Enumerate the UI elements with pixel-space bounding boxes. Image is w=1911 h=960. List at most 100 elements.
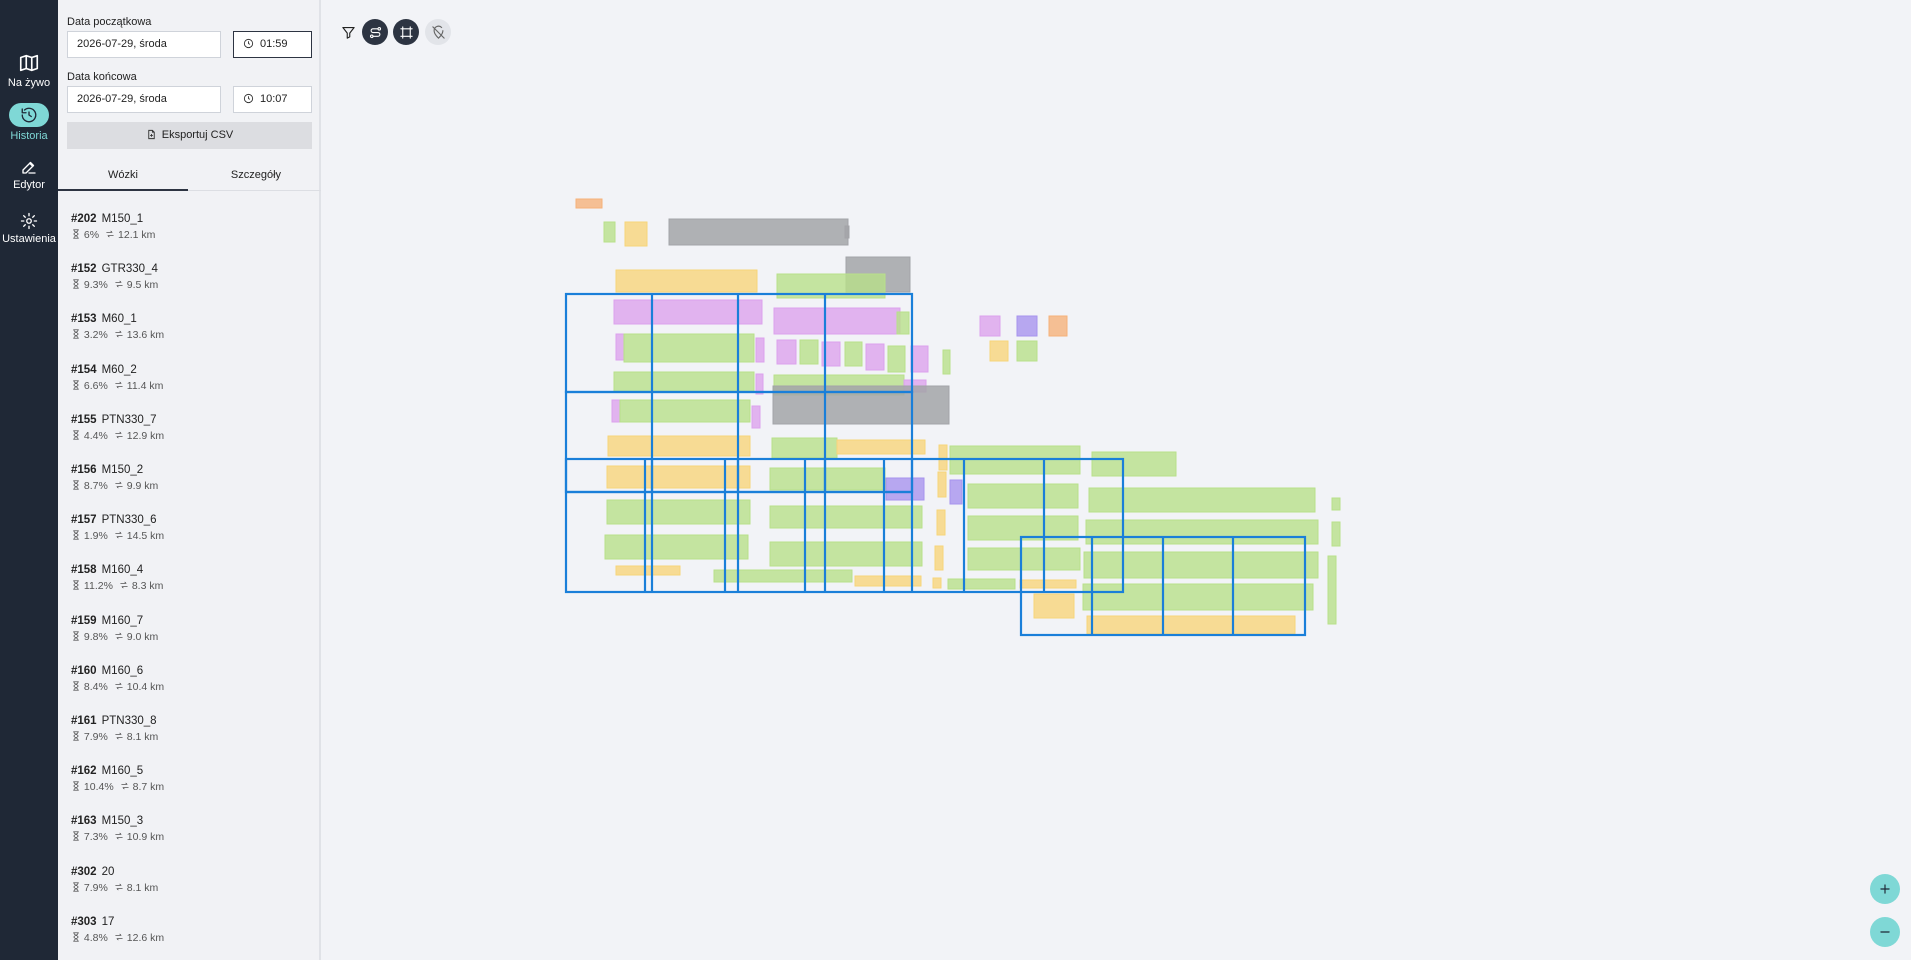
- nav-item-editor[interactable]: Edytor: [0, 158, 58, 191]
- cart-list-item[interactable]: #152 GTR330_4 9.3% 9.5 km: [58, 253, 321, 303]
- map-zone: [844, 341, 863, 367]
- cart-utilization: 11.2%: [83, 580, 113, 593]
- cart-list-item[interactable]: #202 M150_1 6% 12.1 km: [58, 203, 321, 253]
- hourglass-icon: [73, 530, 79, 540]
- tab-details[interactable]: Szczegóły: [191, 160, 321, 191]
- edit-icon: [22, 161, 36, 174]
- route-icon: [115, 883, 123, 890]
- end-date-label: Data końcowa: [67, 71, 137, 83]
- cart-utilization: 9.3%: [83, 279, 108, 292]
- filter-icon: [341, 26, 355, 39]
- zoom-out-button[interactable]: [1870, 917, 1900, 947]
- cart-list-item[interactable]: #156 M150_2 8.7% 9.9 km: [58, 454, 321, 504]
- hourglass-icon: [73, 480, 79, 490]
- nav-item-live[interactable]: Na żywo: [0, 52, 58, 89]
- route-icon: [115, 933, 123, 941]
- hourglass-icon: [73, 430, 79, 440]
- start-time-field[interactable]: 01:59: [233, 31, 312, 58]
- cart-list-item[interactable]: #157 PTN330_6 1.9% 14.5 km: [58, 504, 321, 554]
- cart-list-item[interactable]: #153 M60_1 3.2% 13.6 km: [58, 303, 321, 353]
- cart-list-item[interactable]: #163 M150_3 7.3% 10.9 km: [58, 805, 321, 855]
- end-time-value: 10:07: [260, 93, 288, 105]
- cart-id: #163: [71, 815, 97, 828]
- cart-stats: 8.7% 9.9 km: [71, 480, 158, 492]
- map-zone: [755, 337, 765, 363]
- cart-id: #158: [71, 564, 97, 577]
- tab-carts[interactable]: Wózki: [58, 160, 188, 191]
- cart-list-item[interactable]: #162 M160_5 10.4% 8.7 km: [58, 755, 321, 805]
- cart-list-item[interactable]: #303 17 4.8% 12.6 km: [58, 906, 321, 956]
- map-zone: [1016, 340, 1038, 362]
- route-toggle-button[interactable]: [362, 19, 388, 45]
- hide-location-button[interactable]: [425, 19, 451, 45]
- hourglass-icon: [73, 229, 79, 239]
- end-date-value: 2026-07-29, środa: [77, 93, 167, 105]
- cart-title: #157 PTN330_6: [71, 514, 157, 526]
- nav-item-label: Ustawienia: [2, 233, 56, 245]
- cart-name: M60_1: [101, 313, 137, 326]
- cart-list-item[interactable]: #159 M160_7 9.8% 9.0 km: [58, 605, 321, 655]
- nav-item-settings[interactable]: Ustawienia: [0, 212, 58, 245]
- map-zone: [903, 379, 927, 393]
- plus-icon: [1880, 884, 1890, 894]
- rack-frame: [564, 292, 914, 394]
- map-zone: [668, 218, 849, 246]
- cart-list-item[interactable]: #155 PTN330_7 4.4% 12.9 km: [58, 404, 321, 454]
- map-zone: [606, 499, 751, 525]
- export-csv-button[interactable]: Eksportuj CSV: [67, 122, 312, 149]
- export-file-icon: [148, 129, 155, 140]
- cart-id: #157: [71, 514, 97, 527]
- clock-icon: [243, 38, 254, 49]
- map-zone: [769, 505, 923, 529]
- nav-item-history[interactable]: Historia: [0, 103, 58, 142]
- cart-list-item[interactable]: #160 M160_6 8.4% 10.4 km: [58, 655, 321, 705]
- map-zone: [896, 311, 910, 335]
- map-zone: [615, 333, 625, 361]
- route-icon: [115, 732, 123, 740]
- cart-list-item[interactable]: #154 M60_2 6.6% 11.4 km: [58, 354, 321, 404]
- start-time-value: 01:59: [260, 38, 288, 50]
- panel-tabs: Wózki Szczegóły: [58, 160, 321, 191]
- map-zone: [821, 341, 841, 367]
- hourglass-icon: [73, 380, 79, 390]
- hourglass-icon: [73, 631, 79, 641]
- cart-list-item[interactable]: #161 PTN330_8 7.9% 8.1 km: [58, 705, 321, 755]
- cart-utilization: 8.4%: [83, 680, 108, 693]
- end-time-field[interactable]: 10:07: [233, 86, 312, 113]
- map-zone: [623, 333, 755, 363]
- end-date-field[interactable]: 2026-07-29, środa: [67, 86, 221, 113]
- cart-list-item[interactable]: #302 20 7.9% 8.1 km: [58, 856, 321, 906]
- route-icon: [115, 682, 123, 690]
- cart-distance: 12.1 km: [118, 229, 156, 241]
- cart-stats: 11.2% 8.3 km: [71, 580, 163, 592]
- map-zone: [887, 345, 906, 373]
- map-zone: [613, 299, 763, 325]
- cart-title: #159 M160_7: [71, 615, 143, 627]
- map-zone: [755, 373, 764, 395]
- history-panel: Data początkowa 2026-07-29, środa 01:59 …: [58, 0, 321, 960]
- map-zone: [967, 515, 1079, 541]
- filter-button[interactable]: [335, 19, 361, 45]
- map-zone: [751, 405, 761, 429]
- cart-title: #158 M160_4: [71, 564, 143, 576]
- zoom-in-button[interactable]: [1870, 874, 1900, 904]
- map-zone: [836, 439, 926, 455]
- cart-title: #303 17: [71, 916, 114, 928]
- start-date-field[interactable]: 2026-07-29, środa: [67, 31, 221, 58]
- cart-list-item[interactable]: #158 M160_4 11.2% 8.3 km: [58, 554, 321, 604]
- cart-name: PTN330_6: [101, 514, 157, 527]
- start-date-label: Data początkowa: [67, 16, 152, 28]
- cart-stats: 4.8% 12.6 km: [71, 932, 164, 944]
- cart-id: #202: [71, 213, 97, 225]
- nav-rail: Na żywo Historia Edytor Ustawienia: [0, 0, 58, 960]
- map-zone: [1082, 583, 1314, 611]
- map-zone: [1048, 315, 1068, 337]
- cart-id: #161: [71, 715, 97, 727]
- cart-utilization: 4.4%: [83, 429, 108, 442]
- cart-distance: 9.0 km: [126, 630, 159, 643]
- map-zone: [613, 371, 755, 393]
- cart-utilization: 7.9%: [83, 881, 108, 894]
- map-zone: [938, 444, 948, 471]
- map-zone: [1033, 593, 1075, 619]
- frame-toggle-button[interactable]: [393, 19, 419, 45]
